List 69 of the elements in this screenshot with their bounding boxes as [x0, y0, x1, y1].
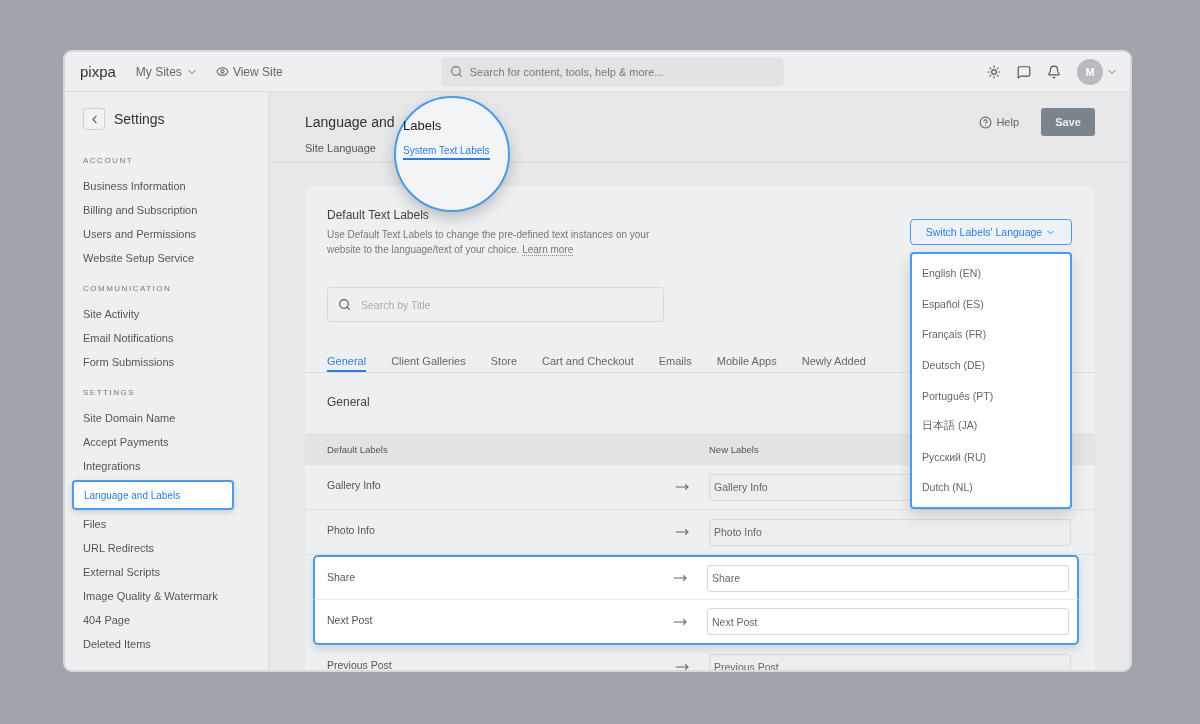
default-label: Next Post: [327, 614, 374, 626]
bell-icon[interactable]: [1047, 64, 1061, 79]
section-title: General: [327, 395, 370, 409]
sites-menu[interactable]: My Sites: [135, 64, 198, 79]
sidebar-item[interactable]: External Scripts: [65, 560, 268, 584]
column-header: Default Labels: [327, 443, 389, 455]
default-label: Previous Post: [327, 659, 393, 670]
sidebar-item[interactable]: Site Domain Name: [65, 406, 268, 430]
category-tab[interactable]: Mobile Apps: [716, 355, 777, 372]
label-input[interactable]: Next Post: [707, 608, 1069, 635]
sidebar-item[interactable]: Language and Labels: [72, 480, 234, 510]
search-icon: [449, 65, 463, 78]
sidebar-item[interactable]: Billing and Subscription: [65, 198, 268, 222]
search-field[interactable]: Search for content, tools, help & more...: [440, 56, 784, 87]
help-link[interactable]: Help: [979, 115, 1019, 129]
section-heading: SETTINGS: [82, 388, 136, 397]
card-title: Default Text Labels: [327, 208, 430, 222]
sidebar-item[interactable]: URL Redirects: [65, 536, 268, 560]
card-description: Use Default Text Labels to change the pre-defined text instances on your website to the language/text of your choice. Learn more: [327, 228, 651, 257]
section-heading: ACCOUNT: [82, 156, 135, 165]
help-icon: [979, 115, 993, 129]
sidebar-item[interactable]: Website Setup Service: [65, 246, 268, 270]
sidebar-title: Settings: [114, 111, 165, 127]
section-heading: COMMUNICATION: [82, 284, 173, 293]
category-tab[interactable]: Emails: [658, 355, 692, 372]
search-icon: [338, 298, 351, 311]
language-option[interactable]: Dutch (NL): [912, 472, 1070, 503]
tab[interactable]: System Text Labels: [403, 145, 490, 160]
sidebar-item[interactable]: Site Activity: [65, 302, 268, 326]
language-option[interactable]: Español (ES): [912, 288, 1070, 320]
eye-icon: [215, 65, 229, 78]
chat-icon[interactable]: [1017, 64, 1031, 79]
sidebar-item[interactable]: Deleted Items: [65, 632, 268, 656]
sidebar-item[interactable]: Email Notifications: [65, 326, 268, 350]
page-title: Labels: [403, 118, 443, 133]
sidebar-item[interactable]: Accept Payments: [65, 430, 268, 454]
sun-icon[interactable]: [987, 64, 1001, 79]
sidebar-item[interactable]: Business Information: [65, 174, 268, 198]
tab[interactable]: Site Language: [305, 142, 376, 154]
language-option[interactable]: English (EN): [912, 258, 1070, 289]
sidebar-item[interactable]: Files: [65, 512, 268, 536]
view-site-link[interactable]: View Site: [215, 64, 283, 79]
column-header: New Labels: [709, 443, 760, 455]
category-tab[interactable]: General: [327, 355, 367, 372]
switch-language-button[interactable]: Switch Labels' Language: [910, 219, 1072, 245]
back-button[interactable]: [83, 108, 105, 130]
language-option[interactable]: Deutsch (DE): [912, 349, 1070, 381]
language-option[interactable]: 日本語 (JA): [912, 410, 1070, 442]
save-button[interactable]: Save: [1041, 108, 1095, 136]
category-tab[interactable]: Store: [490, 355, 518, 372]
logo[interactable]: pixpa: [80, 63, 116, 80]
sidebar-item[interactable]: 404 Page: [65, 608, 268, 632]
label-input[interactable]: Share: [707, 564, 1069, 592]
language-option[interactable]: Français (FR): [912, 319, 1070, 350]
label-input[interactable]: Photo Info: [709, 518, 1071, 546]
default-label: Photo Info: [327, 524, 376, 536]
default-label: Gallery Info: [327, 479, 382, 491]
language-option[interactable]: Português (PT): [912, 380, 1070, 411]
sidebar-item[interactable]: Form Submissions: [65, 350, 268, 374]
language-option[interactable]: Русский (RU): [912, 441, 1070, 473]
sidebar-item[interactable]: Users and Permissions: [65, 222, 268, 246]
category-tab[interactable]: Newly Added: [801, 355, 866, 372]
default-label: Share: [327, 571, 357, 583]
learn-more-link[interactable]: Learn more: [522, 244, 574, 256]
page-title: Language and: [305, 114, 395, 130]
category-tab[interactable]: Client Galleries: [391, 355, 466, 372]
sidebar-item[interactable]: Integrations: [65, 454, 268, 478]
sidebar-item[interactable]: Image Quality & Watermark: [65, 584, 268, 608]
category-tab[interactable]: Cart and Checkout: [542, 355, 634, 372]
